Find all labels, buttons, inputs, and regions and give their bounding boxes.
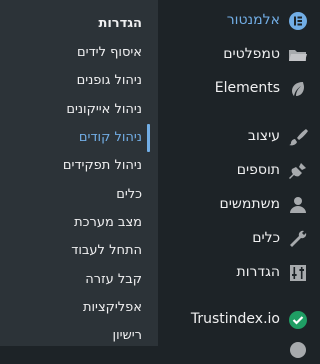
menu-item-label: כלים [252, 230, 280, 246]
menu-item-label: הגדרות [236, 264, 280, 280]
menu-item-label: טמפלטים [223, 46, 280, 62]
plugin-icon [288, 161, 308, 181]
paintbrush-icon [288, 127, 308, 147]
menu-item-label: תוספים [236, 162, 280, 178]
menu-item-templates[interactable]: טמפלטים [158, 38, 318, 72]
current-item-marker [147, 124, 150, 152]
submenu-item-license[interactable]: רישיון [2, 328, 142, 343]
check-circle-icon [288, 310, 308, 330]
menu-item-settings[interactable]: הגדרות [158, 256, 318, 290]
submenu-item-tools[interactable]: כלים [2, 187, 142, 202]
menu-item-appearance[interactable]: עיצוב [158, 120, 318, 154]
menu-item-label: Elements [214, 80, 280, 96]
menu-item-label: אלמנטור [226, 12, 280, 28]
leaf-icon [288, 79, 308, 99]
menu-item-elements[interactable]: Elements [158, 72, 318, 106]
submenu-item-get-help[interactable]: קבל עזרה [2, 272, 142, 287]
submenu-item-role-manager[interactable]: ניהול תפקידים [2, 158, 142, 173]
submenu-item-font-manager[interactable]: ניהול גופנים [2, 73, 142, 88]
menu-item-tools[interactable]: כלים [158, 222, 318, 256]
menu-item-plugins[interactable]: תוספים [158, 154, 318, 188]
submenu-item-lead-collection[interactable]: איסוף לידים [2, 45, 142, 60]
submenu-item-getting-started[interactable]: התחל לעבוד [2, 243, 142, 258]
submenu-item-system-status[interactable]: מצב מערכת [2, 215, 142, 230]
submenu-item-apps[interactable]: אפליקציות [2, 300, 142, 315]
wrench-icon [288, 229, 308, 249]
partial-menu-icon [288, 340, 308, 360]
elementor-icon [288, 11, 308, 31]
menu-item-label: Trustindex.io [190, 311, 280, 327]
elementor-submenu: הגדרות איסוף לידים ניהול גופנים ניהול אי… [0, 0, 158, 346]
submenu-item-icon-manager[interactable]: ניהול אייקונים [2, 102, 142, 117]
settings-sliders-icon [288, 263, 308, 283]
menu-item-label: משתמשים [219, 196, 280, 212]
menu-item-label: עיצוב [247, 128, 280, 144]
admin-menu: אלמנטור טמפלטים Elements עיצוב תוספים מש… [158, 0, 318, 358]
submenu-item-code-manager[interactable]: ניהול קודים [2, 130, 142, 145]
submenu-item-settings[interactable]: הגדרות [2, 16, 142, 31]
menu-item-elementor[interactable]: אלמנטור [158, 4, 318, 38]
folder-icon [288, 45, 308, 65]
menu-item-trustindex[interactable]: Trustindex.io [158, 303, 318, 337]
user-icon [288, 195, 308, 215]
menu-item-users[interactable]: משתמשים [158, 188, 318, 222]
